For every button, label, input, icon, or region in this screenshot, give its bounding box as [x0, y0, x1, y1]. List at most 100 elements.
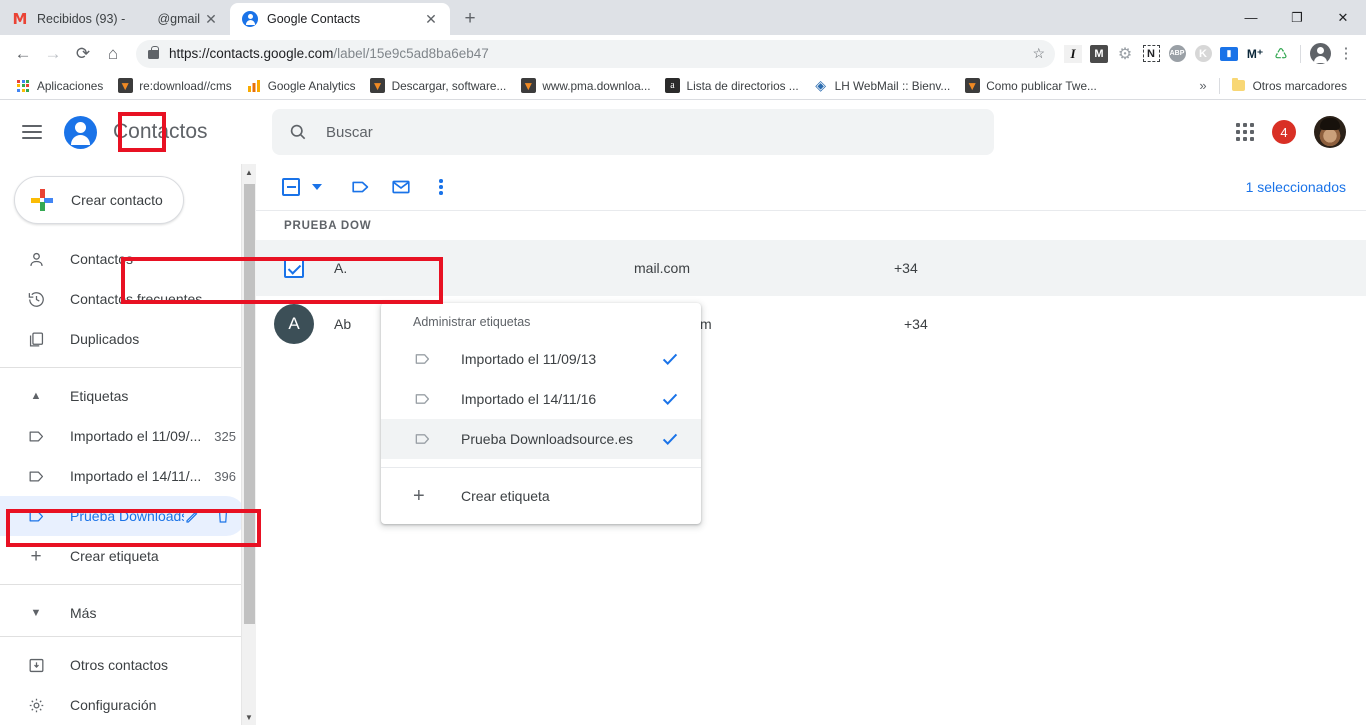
reload-icon[interactable]: ⟳ [68, 39, 98, 69]
folder-icon [1231, 77, 1247, 94]
pencil-icon[interactable] [184, 507, 202, 525]
selected-count-label[interactable]: 1 seleccionados [1246, 179, 1346, 195]
new-tab-button[interactable]: + [456, 5, 484, 33]
dropdown-item-importado-110913[interactable]: Importado el 11/09/13 [381, 339, 701, 379]
downloadsource-icon: ▼ [370, 78, 386, 93]
create-contact-label: Crear contacto [71, 192, 163, 208]
search-input[interactable] [326, 123, 978, 141]
dropdown-title: Administrar etiquetas [413, 315, 531, 329]
avast-extension-icon[interactable]: ♺ [1269, 42, 1293, 66]
sidebar-item-contactos-frecuentes[interactable]: Contactos frecuentes [0, 279, 246, 319]
bookmark-label: Aplicaciones [37, 78, 104, 93]
plus-icon: + [30, 545, 42, 567]
scroll-up-arrow-icon[interactable]: ▲ [242, 164, 256, 180]
table-row[interactable]: A. mail.com +34 [256, 240, 1366, 296]
sidebar-label-count: 325 [214, 428, 236, 444]
sidebar-item-duplicados[interactable]: Duplicados [0, 319, 246, 359]
notifications-badge[interactable]: 4 [1272, 120, 1296, 144]
check-icon [659, 388, 681, 410]
url-host: https://contacts.google.com [169, 46, 334, 61]
sidebar-label-name: Importado el 14/11/... [70, 468, 202, 484]
forward-icon[interactable]: → [38, 39, 68, 69]
send-email-button[interactable] [384, 170, 418, 204]
caret-down-icon[interactable] [312, 184, 322, 190]
bookmark-star-icon[interactable]: ☆ [1032, 45, 1045, 62]
mailtrack-extension-icon[interactable]: M [1087, 42, 1111, 66]
close-icon[interactable]: ✕ [422, 10, 440, 28]
adblock-plus-extension-icon[interactable]: ABP [1165, 42, 1189, 66]
manage-labels-button[interactable] [344, 170, 378, 204]
bookmarks-overflow-icon[interactable]: » [1191, 78, 1214, 93]
bookmark-otros-marcadores[interactable]: Otros marcadores [1224, 75, 1354, 97]
sidebar-item-label: Contactos [70, 251, 134, 267]
dropdown-item-importado-141116[interactable]: Importado el 14/11/16 [381, 379, 701, 419]
dropdown-item-label: Importado el 14/11/16 [461, 391, 597, 407]
sidebar-divider [0, 367, 256, 368]
sidebar-label-importado-141116[interactable]: Importado el 14/11/... 396 [0, 456, 246, 496]
search-row: 4 [256, 100, 1366, 164]
row-checkbox[interactable] [284, 258, 304, 278]
sidebar-item-configuracion[interactable]: Configuración [0, 685, 231, 725]
bookmark-lh-webmail[interactable]: ◈ LH WebMail :: Bienv... [806, 75, 958, 97]
minimize-button[interactable]: — [1228, 0, 1274, 35]
close-icon[interactable]: ✕ [202, 10, 220, 28]
bookmark-lista-directorios[interactable]: a Lista de directorios ... [658, 75, 806, 97]
back-icon[interactable]: ← [8, 39, 38, 69]
contact-phone: +34 [904, 316, 928, 332]
bookmark-google-analytics[interactable]: Google Analytics [239, 75, 363, 97]
italic-extension-icon[interactable]: I [1061, 42, 1085, 66]
dropdown-item-prueba-downloadsource[interactable]: Prueba Downloadsource.es [381, 419, 701, 459]
sidebar-item-label: Contactos frecuentes [70, 291, 203, 307]
evernote-extension-icon[interactable]: ▮ [1217, 42, 1241, 66]
movistar-extension-icon[interactable]: M⁺ [1243, 42, 1267, 66]
nimbus-extension-icon[interactable]: N [1139, 42, 1163, 66]
label-tag-icon [413, 389, 433, 409]
google-apps-icon[interactable] [1236, 123, 1254, 141]
bookmark-aplicaciones[interactable]: Aplicaciones [8, 75, 110, 97]
sidebar-section-mas[interactable]: ▼ Más [0, 593, 246, 633]
hamburger-menu-icon[interactable] [22, 125, 42, 139]
sidebar-label-importado-110913[interactable]: Importado el 11/09/... 325 [0, 416, 246, 456]
chrome-menu-icon[interactable]: ⋮ [1334, 42, 1358, 66]
scrollbar-thumb[interactable] [244, 184, 255, 624]
user-avatar[interactable] [1314, 116, 1346, 148]
gmail-icon: M [12, 10, 28, 28]
dropdown-item-label: Importado el 11/09/13 [461, 351, 597, 367]
close-window-button[interactable]: ✕ [1320, 0, 1366, 35]
trash-icon[interactable] [214, 507, 232, 525]
select-all-checkbox[interactable] [274, 170, 308, 204]
bookmark-como-publicar-twe[interactable]: ▼ Como publicar Twe... [957, 75, 1104, 97]
gear-extension-icon[interactable]: ⚙ [1113, 42, 1137, 66]
bookmark-label: Google Analytics [267, 78, 356, 93]
sidebar-scrollbar[interactable]: ▲ ▼ [241, 164, 256, 725]
sidebar-item-otros-contactos[interactable]: Otros contactos [0, 645, 231, 685]
bookmark-redownload-cms[interactable]: ▼ re:download//cms [110, 75, 238, 97]
bookmark-descargar-software[interactable]: ▼ Descargar, software... [363, 75, 514, 97]
kaspersky-extension-icon[interactable]: K [1191, 42, 1215, 66]
home-icon[interactable]: ⌂ [98, 39, 128, 69]
create-contact-button[interactable]: Crear contacto [14, 176, 184, 224]
sidebar-item-label: Duplicados [70, 331, 140, 347]
search-box[interactable] [272, 109, 994, 155]
scroll-down-arrow-icon[interactable]: ▼ [242, 709, 256, 725]
bookmark-pma-download[interactable]: ▼ www.pma.downloa... [513, 75, 657, 97]
sidebar-section-etiquetas[interactable]: ▲ Etiquetas [0, 376, 246, 416]
contact-phone: +34 [894, 260, 918, 276]
downloadsource-icon: ▼ [964, 78, 980, 93]
sidebar-label-count: 396 [214, 468, 236, 484]
bookmark-label: Lista de directorios ... [686, 78, 799, 93]
chrome-profile-icon[interactable] [1308, 42, 1332, 66]
sidebar-item-contactos[interactable]: Contactos [0, 239, 246, 279]
browser-tab-google-contacts[interactable]: Google Contacts ✕ [230, 3, 450, 35]
more-actions-button[interactable] [424, 170, 458, 204]
dropdown-create-label-button[interactable]: + Crear etiqueta [381, 476, 701, 516]
maximize-button[interactable]: ❐ [1274, 0, 1320, 35]
label-tag-icon [413, 349, 433, 369]
sidebar-item-label: Configuración [70, 697, 157, 713]
sidebar-create-label-button[interactable]: + Crear etiqueta [0, 536, 246, 576]
browser-tab-gmail[interactable]: M Recibidos (93) - @gmail ✕ [0, 3, 230, 35]
app-header: Contactos [0, 100, 256, 164]
contact-group-header: PRUEBA DOW [256, 210, 1366, 240]
address-bar[interactable]: https://contacts.google.com/label/15e9c5… [136, 39, 1055, 68]
sidebar-label-prueba-downloadsource[interactable]: Prueba Downloadsource.es [0, 496, 246, 536]
